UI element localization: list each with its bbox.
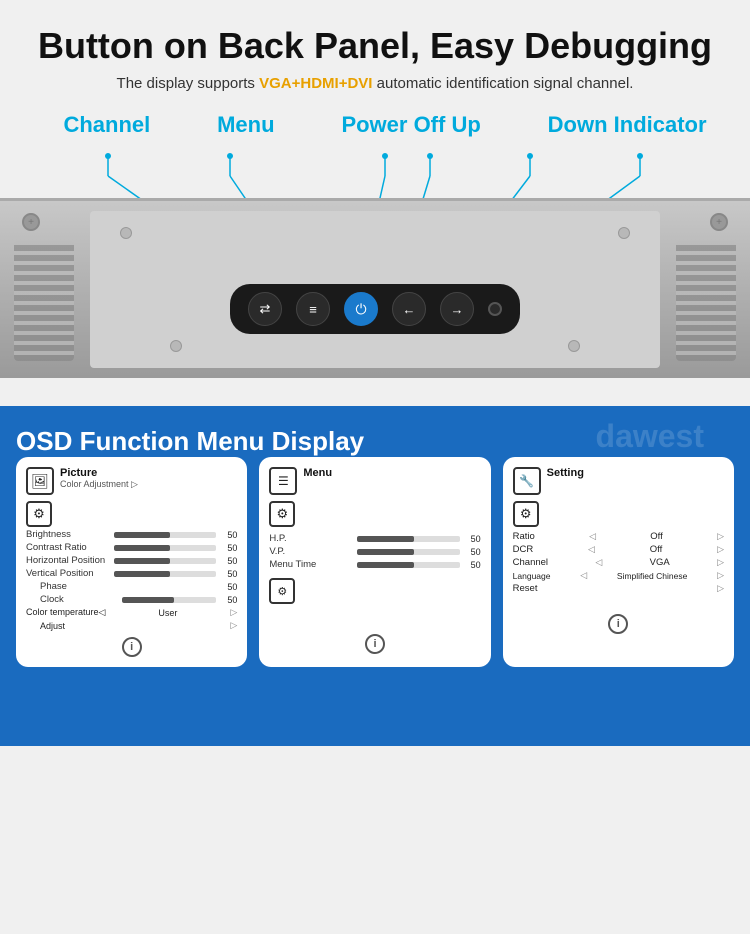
- monitor-back: + + ⇄ ≡ ⏻: [0, 198, 750, 378]
- card-header-menu: ☰ Menu: [269, 467, 480, 495]
- top-section: Button on Back Panel, Easy Debugging The…: [0, 0, 750, 92]
- menu-icon-card: ☰: [269, 467, 297, 495]
- card-row-contrast: Contrast Ratio 50: [26, 542, 237, 553]
- vp-bar: [357, 549, 459, 555]
- card-row-clock: Clock 50: [26, 594, 237, 605]
- card-subtitle-picture: Color Adjustment ▷: [60, 479, 138, 490]
- subtitle: The display supports VGA+HDMI+DVI automa…: [20, 75, 730, 92]
- info-circle-1: i: [122, 637, 142, 657]
- osd-header: OSD Function Menu Display dawest: [16, 426, 734, 457]
- card-row-hpos: Horizontal Position 50: [26, 555, 237, 566]
- setting-row-channel: Channel ◁ VGA ▷: [513, 557, 724, 568]
- card-row-adjust: Adjust ▷: [26, 620, 237, 631]
- card-row-phase: Phase 50: [26, 581, 237, 592]
- gear-icon-2: ⚙: [269, 501, 295, 527]
- setting-icon-card: 🔧: [513, 467, 541, 495]
- gear-icon-4: ⚙: [513, 501, 539, 527]
- setting-row-dcr: DCR ◁ Off ▷: [513, 544, 724, 555]
- menu-button[interactable]: ≡: [296, 292, 330, 326]
- hpos-bar: [114, 558, 216, 564]
- bottom-section: OSD Function Menu Display dawest 🖼 Pictu…: [0, 406, 750, 746]
- osd-cards: 🖼 Picture Color Adjustment ▷ ⚙ Brightnes…: [16, 457, 734, 667]
- down-button[interactable]: →: [440, 292, 474, 326]
- card-row-hp: H.P. 50: [269, 533, 480, 544]
- brightness-bar: [114, 532, 216, 538]
- hp-bar: [357, 536, 459, 542]
- clock-bar: [122, 597, 217, 603]
- osd-card-setting: 🔧 Setting ⚙ Ratio ◁ Off ▷ DCR ◁ Off ▷: [503, 457, 734, 667]
- info-circle-2: i: [365, 634, 385, 654]
- channel-button[interactable]: ⇄: [248, 292, 282, 326]
- info-icon-1: i: [26, 637, 237, 657]
- diagram-area: + + ⇄ ≡ ⏻: [0, 138, 750, 378]
- info-circle-3: i: [608, 614, 628, 634]
- subtitle-after: automatic identification signal channel.: [372, 75, 633, 92]
- diagram-section: Channel Menu Power Off Up Down Indicator: [0, 108, 750, 406]
- menu-gear-icon: ⚙: [269, 501, 480, 527]
- setting-row-reset: Reset ▷: [513, 583, 724, 594]
- settings-gear-icon: ⚙: [269, 578, 480, 604]
- card-title-setting: Setting: [547, 467, 584, 479]
- gear-icon-3: ⚙: [269, 578, 295, 604]
- label-menu: Menu: [217, 112, 274, 138]
- setting-gear-icon: ⚙: [513, 501, 724, 527]
- page-title: Button on Back Panel, Easy Debugging: [20, 24, 730, 67]
- card-row-brightness: Brightness 50: [26, 529, 237, 540]
- power-button[interactable]: ⏻: [344, 292, 378, 326]
- card-header-picture: 🖼 Picture Color Adjustment ▷: [26, 467, 237, 495]
- info-icon-2: i: [269, 634, 480, 654]
- setting-row-ratio: Ratio ◁ Off ▷: [513, 531, 724, 542]
- up-button[interactable]: ←: [392, 292, 426, 326]
- card-title-picture: Picture: [60, 467, 138, 479]
- picture-icon: 🖼: [26, 467, 54, 495]
- menu-time-bar: [357, 562, 459, 568]
- setting-row-language: Language ◁ Simplified Chinese ▷: [513, 570, 724, 581]
- osd-card-menu: ☰ Menu ⚙ H.P. 50 V.P. 50 Menu Time: [259, 457, 490, 667]
- subtitle-highlight: VGA+HDMI+DVI: [259, 75, 372, 92]
- subtitle-before: The display supports: [117, 75, 260, 92]
- page-wrapper: Button on Back Panel, Easy Debugging The…: [0, 0, 750, 746]
- card-row-vpos: Vertical Position 50: [26, 568, 237, 579]
- label-down-indicator: Down Indicator: [548, 112, 707, 138]
- osd-card-picture: 🖼 Picture Color Adjustment ▷ ⚙ Brightnes…: [16, 457, 247, 667]
- watermark: dawest: [596, 418, 704, 455]
- card-row-color-temp: Color temperature◁ User ▷: [26, 607, 237, 618]
- vpos-bar: [114, 571, 216, 577]
- button-panel: ⇄ ≡ ⏻ ← →: [230, 284, 520, 334]
- osd-section-title: OSD Function Menu Display: [16, 426, 364, 456]
- card-row-menu-time: Menu Time 50: [269, 559, 480, 570]
- label-channel: Channel: [63, 112, 150, 138]
- gear-icon: ⚙: [26, 501, 52, 527]
- info-icon-3: i: [513, 614, 724, 634]
- labels-row: Channel Menu Power Off Up Down Indicator: [0, 108, 750, 138]
- card-icon-gear: ⚙: [26, 501, 237, 527]
- card-row-vp: V.P. 50: [269, 546, 480, 557]
- contrast-bar: [114, 545, 216, 551]
- indicator-led: [488, 302, 502, 316]
- card-header-setting: 🔧 Setting: [513, 467, 724, 495]
- label-power-off-up: Power Off Up: [341, 112, 480, 138]
- card-title-menu: Menu: [303, 467, 332, 479]
